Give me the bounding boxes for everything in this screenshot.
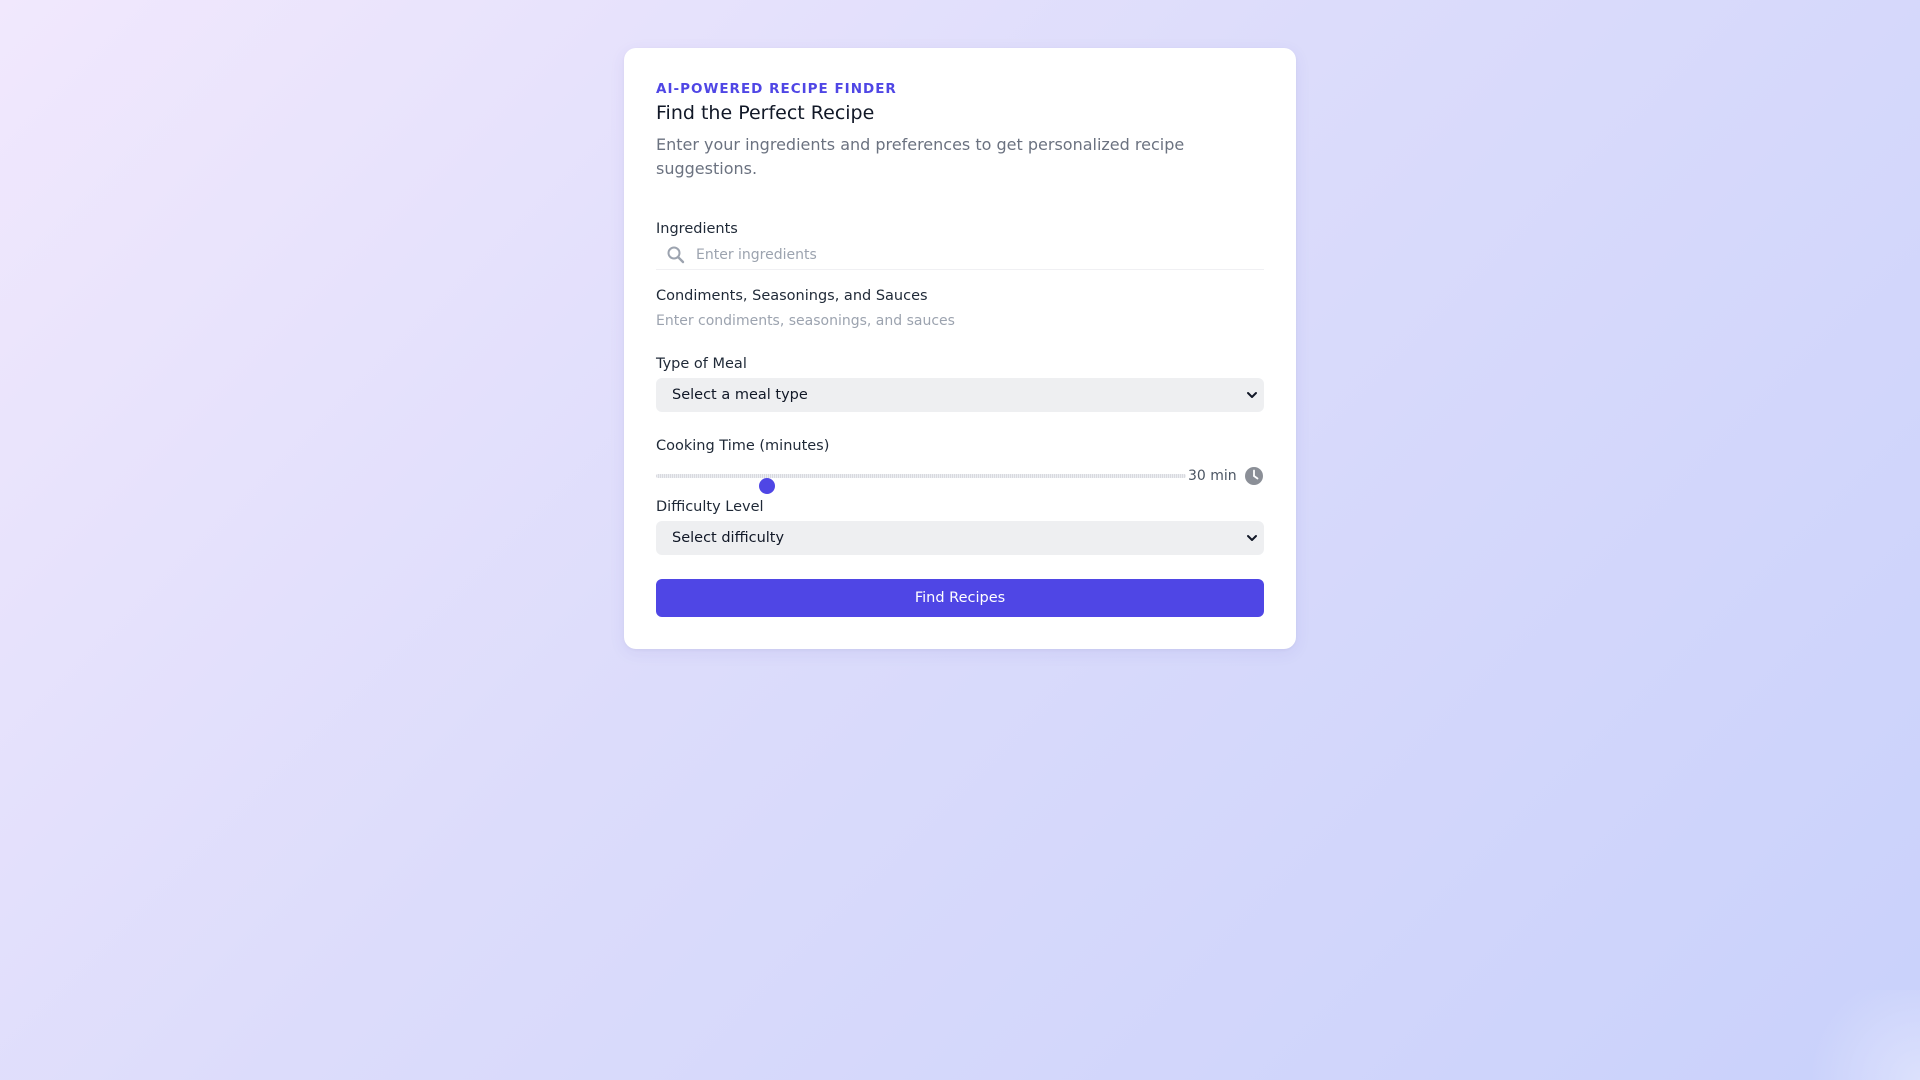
meal-type-select[interactable]: Select a meal type <box>656 378 1264 412</box>
difficulty-selected-value: Select difficulty <box>672 530 785 546</box>
difficulty-label: Difficulty Level <box>656 499 764 515</box>
recipe-finder-card: AI-POWERED RECIPE FINDER Find the Perfec… <box>624 48 1296 649</box>
cooking-time-value: 30 min <box>1188 468 1237 484</box>
difficulty-field: Difficulty Level Select difficulty <box>656 497 1264 555</box>
cooking-time-slider[interactable] <box>656 474 1186 494</box>
find-recipes-button[interactable]: Find Recipes <box>656 579 1264 617</box>
cooking-time-slider-row: 30 min <box>656 464 1264 494</box>
meal-type-field: Type of Meal Select a meal type <box>656 354 1264 412</box>
chevron-down-icon <box>1247 392 1257 398</box>
cooking-time-field: Cooking Time (minutes) 30 min <box>656 436 1264 494</box>
background-decoration <box>1790 990 1920 1080</box>
chevron-down-icon <box>1247 535 1257 541</box>
condiments-input[interactable] <box>656 309 1264 333</box>
difficulty-select[interactable]: Select difficulty <box>656 521 1264 555</box>
meal-type-label: Type of Meal <box>656 356 747 372</box>
page-subtitle: Enter your ingredients and preferences t… <box>656 135 1185 178</box>
condiments-field: Condiments, Seasonings, and Sauces <box>656 286 1264 333</box>
cooking-time-label: Cooking Time (minutes) <box>656 438 830 454</box>
page-title: Find the Perfect Recipe <box>656 102 875 124</box>
ingredients-search-row <box>656 243 1264 270</box>
search-icon <box>667 246 685 264</box>
ingredients-input[interactable] <box>696 243 1264 267</box>
slider-thumb[interactable] <box>759 478 776 494</box>
condiments-label: Condiments, Seasonings, and Sauces <box>656 288 928 304</box>
eyebrow-label: AI-POWERED RECIPE FINDER <box>656 81 897 97</box>
clock-icon <box>1245 467 1263 485</box>
ingredients-field: Ingredients <box>656 219 1264 270</box>
meal-type-selected-value: Select a meal type <box>672 387 808 403</box>
ingredients-label: Ingredients <box>656 221 738 237</box>
